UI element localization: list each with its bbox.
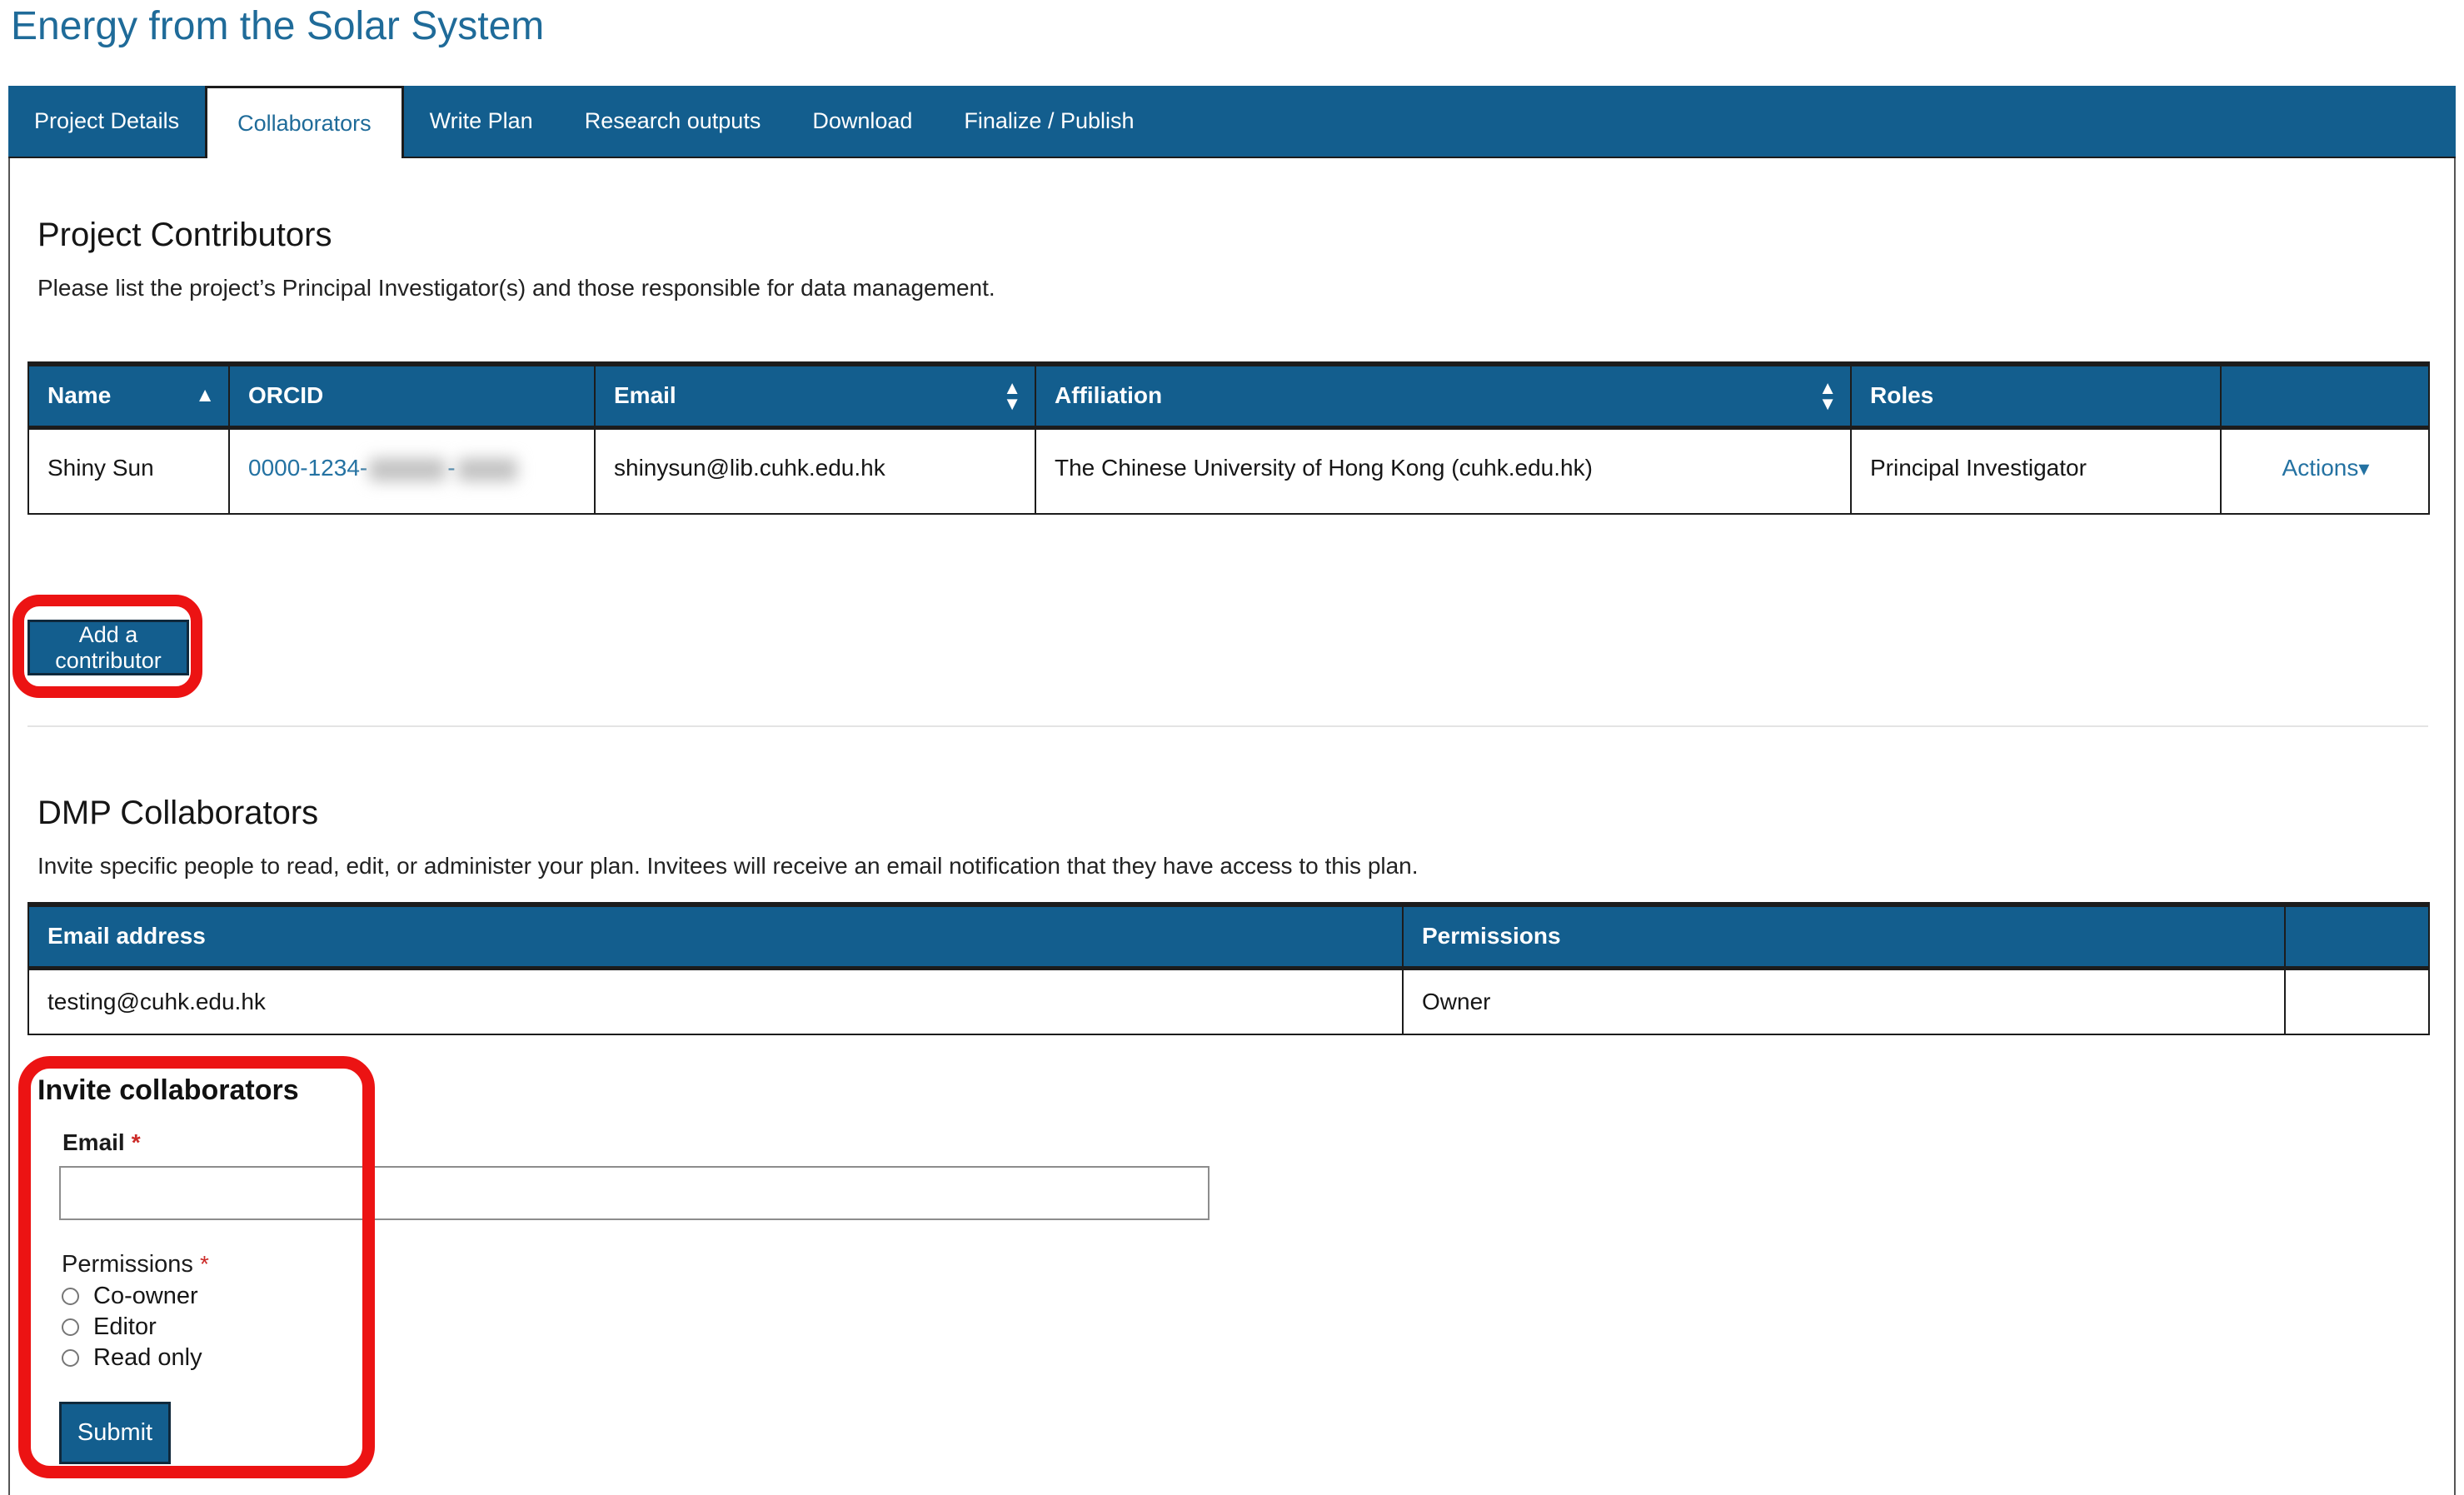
- content-panel: [8, 158, 2456, 1495]
- dmp-collaborators-table: Email address Permissions testing@cuhk.e…: [27, 902, 2430, 1035]
- radio-option-editor[interactable]: Editor: [62, 1312, 202, 1343]
- contributors-header-row: Name ▲ ORCID Email ▲ ▼ Affiliation ▲ ▼ R…: [28, 364, 2429, 430]
- contributor-row: Shiny Sun 0000-1234- - shinysun@lib.cuhk.…: [28, 427, 2429, 515]
- collaborator-actions-cell: [2285, 968, 2429, 1035]
- actions-dropdown-button[interactable]: Actions▾: [2282, 455, 2370, 481]
- orcid-redacted-segment: [456, 458, 517, 482]
- column-header-permissions: Permissions: [1403, 904, 2286, 970]
- sort-both-icon: ▲ ▼: [1818, 377, 1837, 415]
- contributor-affiliation-cell: The Chinese University of Hong Kong (cuh…: [1035, 427, 1852, 515]
- column-header-email-address: Email address: [28, 904, 1404, 970]
- column-header-affiliation[interactable]: Affiliation ▲ ▼: [1035, 364, 1852, 430]
- project-contributors-heading: Project Contributors: [37, 217, 332, 253]
- submit-button[interactable]: Submit: [59, 1402, 171, 1464]
- invite-email-input[interactable]: [59, 1166, 1210, 1220]
- email-label: Email *: [62, 1129, 141, 1155]
- contributor-actions-cell: Actions▾: [2221, 427, 2429, 515]
- dmp-collaborators-heading: DMP Collaborators: [37, 795, 319, 831]
- contributor-orcid-cell: 0000-1234- -: [229, 427, 596, 515]
- collaborator-row: testing@cuhk.edu.hk Owner: [28, 968, 2429, 1035]
- permissions-label: Permissions *: [62, 1251, 209, 1278]
- collaborators-header-row: Email address Permissions: [28, 904, 2429, 970]
- tab-research-outputs[interactable]: Research outputs: [559, 86, 787, 157]
- column-header-email[interactable]: Email ▲ ▼: [595, 364, 1036, 430]
- column-header-orcid: ORCID: [229, 364, 596, 430]
- add-contributor-button[interactable]: Add a contributor: [27, 620, 189, 675]
- tab-finalize-publish[interactable]: Finalize / Publish: [938, 86, 1160, 157]
- chevron-down-icon: ▾: [2358, 455, 2370, 481]
- dmp-collaborators-description: Invite specific people to read, edit, or…: [37, 853, 1419, 879]
- tab-download[interactable]: Download: [786, 86, 938, 157]
- required-asterisk: *: [131, 1129, 141, 1155]
- radio-button-icon[interactable]: [62, 1288, 79, 1305]
- tab-project-details[interactable]: Project Details: [8, 86, 205, 157]
- tab-collaborators[interactable]: Collaborators: [205, 86, 404, 159]
- tab-write-plan[interactable]: Write Plan: [404, 86, 559, 157]
- sort-ascending-icon: ▲: [195, 384, 215, 407]
- contributor-email-cell: shinysun@lib.cuhk.edu.hk: [595, 427, 1036, 515]
- column-header-name[interactable]: Name ▲: [28, 364, 230, 430]
- orcid-redacted-segment: [369, 458, 446, 482]
- sort-both-icon: ▲ ▼: [1003, 377, 1021, 415]
- radio-option-co-owner[interactable]: Co-owner: [62, 1281, 202, 1312]
- radio-option-read-only[interactable]: Read only: [62, 1343, 202, 1373]
- collaborator-permissions-cell: Owner: [1403, 968, 2286, 1035]
- column-header-roles: Roles: [1851, 364, 2222, 430]
- project-contributors-description: Please list the project’s Principal Inve…: [37, 275, 995, 301]
- permissions-radio-group: Co-owner Editor Read only: [62, 1281, 202, 1373]
- plan-tabbar: Project Details Collaborators Write Plan…: [8, 86, 2456, 159]
- radio-button-icon[interactable]: [62, 1349, 79, 1367]
- contributor-roles-cell: Principal Investigator: [1851, 427, 2222, 515]
- radio-button-icon[interactable]: [62, 1318, 79, 1336]
- section-divider: [27, 725, 2428, 727]
- invite-collaborators-heading: Invite collaborators: [37, 1074, 299, 1106]
- required-asterisk: *: [199, 1251, 209, 1277]
- collaborator-email-cell: testing@cuhk.edu.hk: [28, 968, 1404, 1035]
- page-title: Energy from the Solar System: [11, 4, 545, 48]
- column-header-blank: [2285, 904, 2429, 970]
- plan-collaborators-page: Energy from the Solar System Project Det…: [0, 0, 2464, 1495]
- contributor-name-cell: Shiny Sun: [28, 427, 230, 515]
- column-header-actions: [2221, 364, 2429, 430]
- orcid-link[interactable]: 0000-1234- -: [248, 455, 519, 482]
- contributors-table: Name ▲ ORCID Email ▲ ▼ Affiliation ▲ ▼ R…: [27, 361, 2430, 515]
